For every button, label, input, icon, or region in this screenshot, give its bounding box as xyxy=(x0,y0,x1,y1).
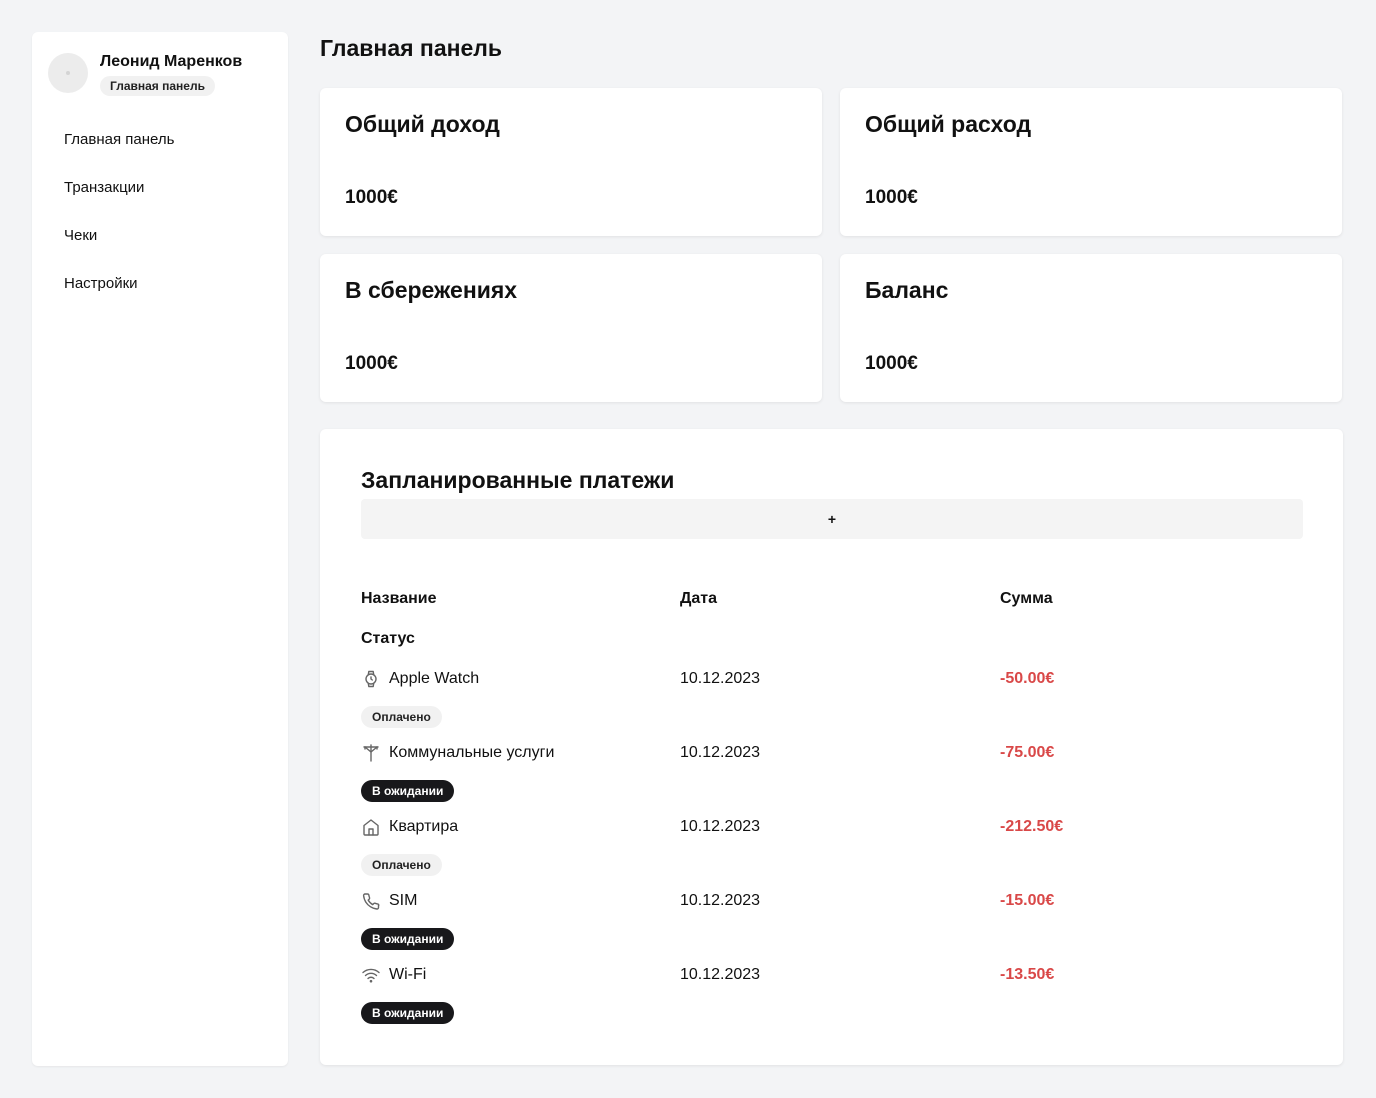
payment-date: 10.12.2023 xyxy=(680,744,761,761)
nav-item-dashboard[interactable]: Главная панель xyxy=(64,130,174,178)
page-title: Главная панель xyxy=(320,35,503,61)
payment-name: Квартира xyxy=(389,818,459,835)
sidebar-nav: Главная панель Транзакции Чеки Настройки xyxy=(64,130,174,322)
panel-title: Запланированные платежи xyxy=(361,467,675,493)
utility-pole-icon xyxy=(361,743,381,763)
card-title: В сбережениях xyxy=(345,277,518,303)
payment-name: Apple Watch xyxy=(389,670,480,687)
status-badge: В ожидании xyxy=(361,780,455,802)
status-badge: В ожидании xyxy=(361,1002,455,1024)
card-title: Общий расход xyxy=(865,111,1032,137)
wifi-icon xyxy=(361,965,381,985)
status-badge: Оплачено xyxy=(361,706,442,728)
payment-date: 10.12.2023 xyxy=(680,818,761,835)
income-card: Общий доход 1000€ xyxy=(320,88,822,236)
watch-icon xyxy=(361,669,381,689)
payment-amount: -50.00€ xyxy=(1000,670,1055,687)
scheduled-payments-panel: Запланированные платежи + Название Дата … xyxy=(320,429,1343,1065)
table-row[interactable]: SIM xyxy=(361,891,417,911)
phone-icon xyxy=(361,891,381,911)
payment-name: SIM xyxy=(389,892,418,909)
payment-amount: -75.00€ xyxy=(1000,744,1055,761)
table-row[interactable]: Apple Watch xyxy=(361,669,479,689)
role-badge: Главная панель xyxy=(100,76,215,96)
card-value: 1000€ xyxy=(865,187,918,208)
payment-date: 10.12.2023 xyxy=(680,966,761,983)
sidebar: Леонид Маренков Главная панель Главная п… xyxy=(32,32,288,1066)
expense-card: Общий расход 1000€ xyxy=(840,88,1342,236)
payment-amount: -13.50€ xyxy=(1000,966,1055,983)
column-header-amount: Сумма xyxy=(1000,590,1053,607)
payment-date: 10.12.2023 xyxy=(680,670,761,687)
payment-amount: -15.00€ xyxy=(1000,892,1055,909)
add-payment-button[interactable]: + xyxy=(361,499,1303,539)
card-title: Общий доход xyxy=(345,111,500,137)
user-profile[interactable]: Леонид Маренков Главная панель xyxy=(48,52,242,96)
card-title: Баланс xyxy=(865,277,949,303)
payment-name: Wi-Fi xyxy=(389,966,427,983)
card-value: 1000€ xyxy=(865,353,918,374)
home-icon xyxy=(361,817,381,837)
status-badge: Оплачено xyxy=(361,854,442,876)
savings-card: В сбережениях 1000€ xyxy=(320,254,822,402)
balance-card: Баланс 1000€ xyxy=(840,254,1342,402)
column-header-date: Дата xyxy=(680,590,718,607)
column-header-name: Название xyxy=(361,590,437,607)
status-badge: В ожидании xyxy=(361,928,455,950)
table-row[interactable]: Коммунальные услуги xyxy=(361,743,554,763)
user-name: Леонид Маренков xyxy=(100,53,243,70)
avatar xyxy=(48,53,88,93)
card-value: 1000€ xyxy=(345,187,398,208)
nav-item-transactions[interactable]: Транзакции xyxy=(64,178,174,226)
nav-item-settings[interactable]: Настройки xyxy=(64,274,174,322)
card-value: 1000€ xyxy=(345,353,398,374)
payment-amount: -212.50€ xyxy=(1000,818,1064,835)
column-header-status: Статус xyxy=(361,630,415,647)
payment-date: 10.12.2023 xyxy=(680,892,761,909)
table-row[interactable]: Квартира xyxy=(361,817,458,837)
nav-item-receipts[interactable]: Чеки xyxy=(64,226,174,274)
payment-name: Коммунальные услуги xyxy=(389,744,555,761)
table-row[interactable]: Wi-Fi xyxy=(361,965,426,985)
